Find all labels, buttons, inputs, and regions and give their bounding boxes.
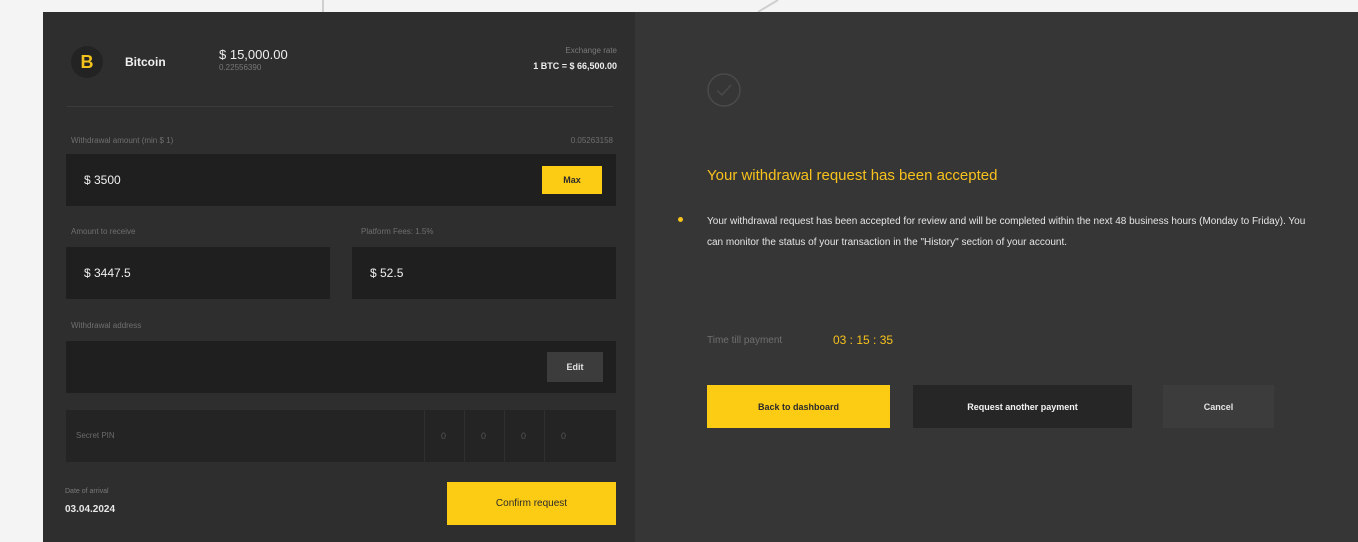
date-of-arrival-value: 03.04.2024: [65, 504, 116, 515]
edit-address-button[interactable]: Edit: [547, 352, 603, 382]
asset-name: Bitcoin: [125, 55, 166, 69]
platform-fees-field: $ 52.5: [352, 247, 616, 299]
confirm-request-button[interactable]: Confirm request: [447, 482, 616, 525]
secret-pin-row: Secret PIN 0 0 0 0: [66, 410, 616, 462]
secret-pin-label: Secret PIN: [76, 431, 115, 440]
confirmation-panel: Your withdrawal request has been accepte…: [635, 12, 1358, 542]
date-of-arrival-label: Date of arrival: [65, 488, 109, 495]
pin-digit-input[interactable]: 0: [464, 410, 502, 462]
withdrawal-amount-btc: 0.05263158: [570, 136, 613, 145]
pin-digit-input[interactable]: 0: [544, 410, 582, 462]
withdrawal-form-panel: B Bitcoin $ 15,000.00 0.22556390 Exchang…: [43, 12, 635, 542]
back-to-dashboard-button[interactable]: Back to dashboard: [707, 385, 890, 428]
background-line-diagonal: [720, 0, 780, 12]
header-divider: [67, 106, 613, 107]
amount-to-receive-value: $ 3447.5: [84, 266, 131, 280]
withdrawal-address-input[interactable]: Edit: [66, 341, 616, 393]
amount-to-receive-field: $ 3447.5: [66, 247, 330, 299]
withdrawal-amount-label: Withdrawal amount (min $ 1): [71, 136, 174, 145]
amount-to-receive-label: Amount to receive: [71, 227, 136, 236]
platform-fees-label: Platform Fees: 1.5%: [361, 227, 434, 236]
withdrawal-amount-input[interactable]: $ 3500 Max: [66, 154, 616, 206]
exchange-rate-label: Exchange rate: [565, 46, 617, 55]
exchange-rate-value: 1 BTC = $ 66,500.00: [533, 61, 617, 71]
platform-fees-value: $ 52.5: [370, 266, 404, 280]
pin-digit-input[interactable]: 0: [504, 410, 542, 462]
time-till-payment-label: Time till payment: [707, 335, 783, 346]
withdrawal-amount-value: $ 3500: [84, 173, 121, 187]
background-line: [322, 0, 324, 12]
asset-balance-sub: 0.22556390: [219, 63, 262, 72]
asset-balance: $ 15,000.00: [219, 47, 288, 62]
max-button[interactable]: Max: [542, 166, 602, 194]
success-title: Your withdrawal request has been accepte…: [707, 167, 998, 184]
status-description: Your withdrawal request has been accepte…: [707, 216, 1306, 248]
bitcoin-icon: B: [71, 46, 103, 78]
request-another-payment-button[interactable]: Request another payment: [913, 385, 1132, 428]
check-circle-icon: [706, 72, 742, 108]
cancel-button[interactable]: Cancel: [1163, 385, 1274, 428]
bullet-icon: [678, 217, 683, 222]
withdrawal-screen: B Bitcoin $ 15,000.00 0.22556390 Exchang…: [43, 12, 1358, 542]
withdrawal-address-label: Withdrawal address: [71, 321, 142, 330]
bitcoin-icon-glyph: B: [80, 52, 94, 72]
time-till-payment-value: 03 : 15 : 35: [833, 333, 894, 347]
pin-digit-input[interactable]: 0: [424, 410, 462, 462]
